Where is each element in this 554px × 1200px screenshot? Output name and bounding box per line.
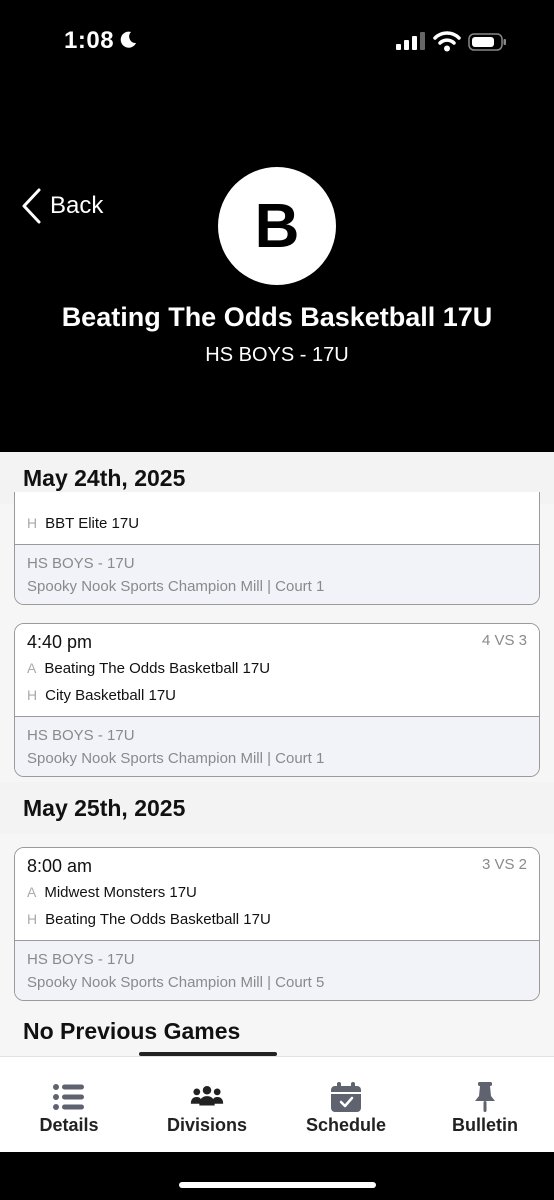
group-icon: [190, 1085, 224, 1106]
calendar-icon: [331, 1082, 361, 1112]
status-bar: 1:08: [0, 0, 554, 80]
away-team-row: A Beating The Odds Basketball 17U: [27, 660, 270, 677]
game-location: Spooky Nook Sports Champion Mill | Court…: [27, 578, 325, 595]
team-header: 1:08 Back B Beating The Odds Basketball …: [0, 0, 554, 452]
home-team-row: H City Basketball 17U: [27, 687, 176, 704]
wifi-icon: [433, 31, 461, 52]
cellular-signal-icon: [396, 32, 425, 50]
pin-icon: [475, 1082, 495, 1112]
back-label: Back: [50, 192, 104, 219]
battery-icon: [468, 33, 506, 51]
tab-label: Divisions: [166, 1115, 248, 1135]
home-team-row: H Beating The Odds Basketball 17U: [27, 911, 271, 928]
tab-bar: Details Divisions Schedule Bulletin: [0, 1056, 554, 1152]
tab-divisions[interactable]: Divisions: [138, 1057, 276, 1153]
tab-label: Bulletin: [452, 1115, 518, 1135]
team-name: Beating The Odds Basketball 17U: [61, 302, 493, 332]
tab-bulletin[interactable]: Bulletin: [416, 1057, 554, 1153]
home-indicator[interactable]: [179, 1182, 376, 1188]
game-division: HS BOYS - 17U: [27, 951, 135, 968]
tab-label: Details: [39, 1115, 99, 1135]
previous-games-header: No Previous Games: [23, 1018, 241, 1044]
back-button[interactable]: Back: [20, 186, 103, 226]
tab-details[interactable]: Details: [0, 1057, 138, 1153]
moon-icon: [120, 31, 136, 48]
home-team: City Basketball 17U: [45, 687, 177, 704]
game-location: Spooky Nook Sports Champion Mill | Court…: [27, 750, 325, 767]
game-card[interactable]: 8:00 am 3 VS 2 A Midwest Monsters 17U H Be…: [14, 847, 540, 1001]
game-card[interactable]: H BBT Elite 17U HS BOYS - 17U Spooky Nook…: [14, 492, 540, 605]
game-seed: 4 VS 3: [481, 632, 527, 649]
home-indicator-area: [0, 1152, 554, 1200]
date-header: May 25th, 2025: [0, 782, 554, 834]
away-marker: A: [27, 660, 37, 676]
game-seed: 3 VS 2: [481, 856, 527, 873]
away-marker: A: [27, 884, 37, 900]
game-time: 4:40 pm: [27, 632, 93, 652]
home-team-row: H BBT Elite 17U: [27, 515, 139, 532]
away-team: Beating The Odds Basketball 17U: [44, 660, 271, 677]
game-time: 8:00 am: [27, 856, 93, 876]
game-division: HS BOYS - 17U: [27, 727, 135, 744]
team-avatar: B: [218, 167, 336, 285]
tab-label: Schedule: [305, 1115, 387, 1135]
game-location: Spooky Nook Sports Champion Mill | Court…: [27, 974, 325, 991]
home-team: BBT Elite 17U: [45, 515, 140, 532]
home-marker: H: [27, 515, 38, 531]
game-division: HS BOYS - 17U: [27, 555, 135, 572]
home-marker: H: [27, 911, 38, 927]
tab-schedule[interactable]: Schedule: [277, 1057, 415, 1153]
game-card[interactable]: 4:40 pm 4 VS 3 A Beating The Odds Basketb…: [14, 623, 540, 777]
status-time: 1:08: [64, 27, 115, 54]
away-team-row: A Midwest Monsters 17U: [27, 884, 197, 901]
away-team: Midwest Monsters 17U: [44, 884, 197, 901]
schedule-list[interactable]: May 24th, 2025 H BBT Elite 17U HS BOYS - …: [0, 452, 554, 1056]
chevron-left-icon: [22, 188, 41, 224]
home-marker: H: [27, 687, 38, 703]
team-division: HS BOYS - 17U: [205, 344, 349, 366]
home-team: Beating The Odds Basketball 17U: [45, 911, 271, 928]
list-icon: [53, 1084, 84, 1110]
